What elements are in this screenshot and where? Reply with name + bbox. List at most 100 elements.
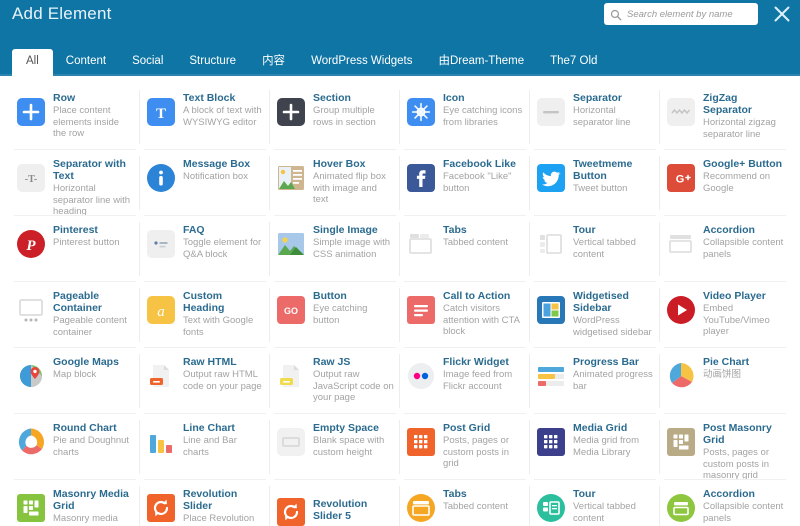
element-title: Google Maps — [53, 356, 119, 368]
element-card[interactable]: GO Button Eye catching button — [270, 282, 400, 348]
element-card-text: Text Block A block of text with WYSIWYG e… — [183, 91, 264, 128]
element-card[interactable]: Widgetised Sidebar WordPress widgetised s… — [530, 282, 660, 348]
element-title: Tour — [573, 224, 596, 236]
element-card-text: Tabs Tabbed content — [443, 487, 508, 513]
element-card[interactable]: Accordion Collapsible content panels — [660, 216, 790, 282]
element-card-text: Google Maps Map block — [53, 355, 119, 381]
element-card[interactable]: G Google+ Button Recommend on Google — [660, 150, 790, 216]
element-card[interactable]: Separator Horizontal separator line — [530, 84, 660, 150]
elements-panel: Row Place content elements inside the row… — [0, 76, 800, 526]
element-card-text: Progress Bar Animated progress bar — [573, 355, 654, 392]
element-title: Section — [313, 92, 351, 104]
element-title: Call to Action — [443, 290, 511, 302]
element-card[interactable]: T Text Block A block of text with WYSIWYG … — [140, 84, 270, 150]
element-card[interactable]: Round Chart Pie and Doughnut charts — [10, 414, 140, 480]
element-card[interactable]: Masonry Media GridMasonry media grid fro… — [10, 480, 140, 526]
element-card[interactable]: Message Box Notification box — [140, 150, 270, 216]
element-card[interactable]: Pie Chart 动画饼图 — [660, 348, 790, 414]
element-title: Post Grid — [443, 422, 491, 434]
element-card[interactable]: ZigZag Separator Horizontal zigzag separa… — [660, 84, 790, 150]
pie-chart-icon — [666, 361, 696, 391]
element-card[interactable]: Google Maps Map block — [10, 348, 140, 414]
element-card[interactable]: Line Chart Line and Bar charts — [140, 414, 270, 480]
element-card-text: Round Chart Pie and Doughnut charts — [53, 421, 134, 458]
hover-box-icon — [276, 163, 306, 193]
element-card[interactable]: Post Masonry Grid Posts, pages or custom … — [660, 414, 790, 480]
element-card[interactable]: Revolution SliderPlace Revolution slider — [140, 480, 270, 526]
element-card[interactable]: Flickr Widget Image feed from Flickr acco… — [400, 348, 530, 414]
element-card[interactable]: Tweetmeme Button Tweet button — [530, 150, 660, 216]
element-card-text: Pageable Container Pageable content conta… — [53, 289, 134, 338]
element-card[interactable]: Call to Action Catch visitors attention w… — [400, 282, 530, 348]
element-card[interactable]: Tour Vertical tabbed content — [530, 480, 660, 526]
element-description: Group multiple rows in section — [313, 105, 376, 128]
element-card-text: Google+ Button Recommend on Google — [703, 157, 784, 194]
element-card-text: Raw HTML Output raw HTML code on your pag… — [183, 355, 264, 392]
element-card-text: Row Place content elements inside the row — [53, 91, 134, 140]
close-icon[interactable] — [772, 4, 792, 24]
element-card-text: Revolution Slider 5 — [313, 487, 394, 522]
tab-3[interactable]: Structure — [176, 49, 249, 77]
element-description: Posts, pages or custom posts in grid — [443, 435, 510, 469]
element-card-text: Media Grid Media grid from Media Library — [573, 421, 654, 458]
element-description: Output raw HTML code on your page — [183, 369, 262, 392]
go-button-icon: GO — [276, 295, 306, 325]
search-input[interactable] — [627, 8, 752, 20]
search-icon — [610, 8, 622, 21]
element-card[interactable]: Post Grid Posts, pages or custom posts in… — [400, 414, 530, 480]
svg-text:a: a — [157, 304, 165, 320]
twitter-icon — [536, 163, 566, 193]
svg-text:G: G — [676, 174, 685, 186]
element-card-text: Button Eye catching button — [313, 289, 394, 326]
element-card-text: FAQ Toggle element for Q&A block — [183, 223, 264, 260]
element-card[interactable]: Tabs Tabbed content — [400, 480, 530, 526]
element-card[interactable]: Empty Space Blank space with custom heigh… — [270, 414, 400, 480]
element-card-text: Tour Vertical tabbed content — [573, 487, 654, 524]
element-card[interactable]: Icon Eye catching icons from libraries — [400, 84, 530, 150]
tab-2[interactable]: Social — [119, 49, 176, 77]
tab-0[interactable]: All — [12, 48, 53, 76]
element-description: Eye catching button — [313, 303, 368, 326]
element-card[interactable]: Facebook Like Facebook "Like" button — [400, 150, 530, 216]
element-description: Blank space with custom height — [313, 435, 385, 458]
element-card[interactable]: -T- Separator with Text Horizontal separat… — [10, 150, 140, 216]
tab-4[interactable]: 内容 — [249, 49, 298, 77]
element-card[interactable]: Row Place content elements inside the row — [10, 84, 140, 150]
tab-1[interactable]: Content — [53, 49, 119, 77]
element-description: Vertical tabbed content — [573, 501, 636, 524]
element-description: A block of text with WYSIWYG editor — [183, 105, 262, 128]
element-card[interactable]: Section Group multiple rows in section — [270, 84, 400, 150]
element-title: Empty Space — [313, 422, 379, 434]
element-card[interactable]: a Custom Heading Text with Google fonts — [140, 282, 270, 348]
element-card[interactable]: Progress Bar Animated progress bar — [530, 348, 660, 414]
map-pin-icon — [16, 361, 46, 391]
element-card[interactable]: Hover Box Animated flip box with image an… — [270, 150, 400, 216]
element-title: Pie Chart — [703, 356, 750, 368]
tab-7[interactable]: The7 Old — [537, 49, 610, 77]
element-description: Animated flip box with image and text — [313, 171, 386, 205]
element-card[interactable]: Raw JS Output raw JavaScript code on your… — [270, 348, 400, 414]
element-card[interactable]: Tabs Tabbed content — [400, 216, 530, 282]
element-card[interactable]: Accordion Collapsible content panels — [660, 480, 790, 526]
element-card[interactable]: Revolution Slider 5 — [270, 480, 400, 526]
element-card-text: Tweetmeme Button Tweet button — [573, 157, 654, 195]
element-title: Single Image — [313, 224, 378, 236]
element-title: Media Grid — [573, 422, 628, 434]
element-card[interactable]: Video Player Embed YouTube/Vimeo player — [660, 282, 790, 348]
tab-6[interactable]: 由Dream-Theme — [425, 49, 537, 77]
tab-5[interactable]: WordPress Widgets — [298, 49, 425, 77]
element-card[interactable]: Tour Vertical tabbed content — [530, 216, 660, 282]
element-description: Eye catching icons from libraries — [443, 105, 523, 128]
element-card[interactable]: Pageable Container Pageable content conta… — [10, 282, 140, 348]
search-box[interactable] — [604, 3, 758, 25]
element-description: Recommend on Google — [703, 171, 771, 194]
element-description: 动画饼图 — [703, 369, 742, 380]
element-card[interactable]: P Pinterest Pinterest button — [10, 216, 140, 282]
element-card[interactable]: Raw HTML Output raw HTML code on your pag… — [140, 348, 270, 414]
element-card[interactable]: FAQ Toggle element for Q&A block — [140, 216, 270, 282]
element-card-text: ZigZag Separator Horizontal zigzag separa… — [703, 91, 784, 140]
googleplus-icon: G — [666, 163, 696, 193]
element-card-text: Post Masonry Grid Posts, pages or custom … — [703, 421, 784, 480]
element-card[interactable]: Single Image Simple image with CSS animat… — [270, 216, 400, 282]
element-card[interactable]: Media Grid Media grid from Media Library — [530, 414, 660, 480]
